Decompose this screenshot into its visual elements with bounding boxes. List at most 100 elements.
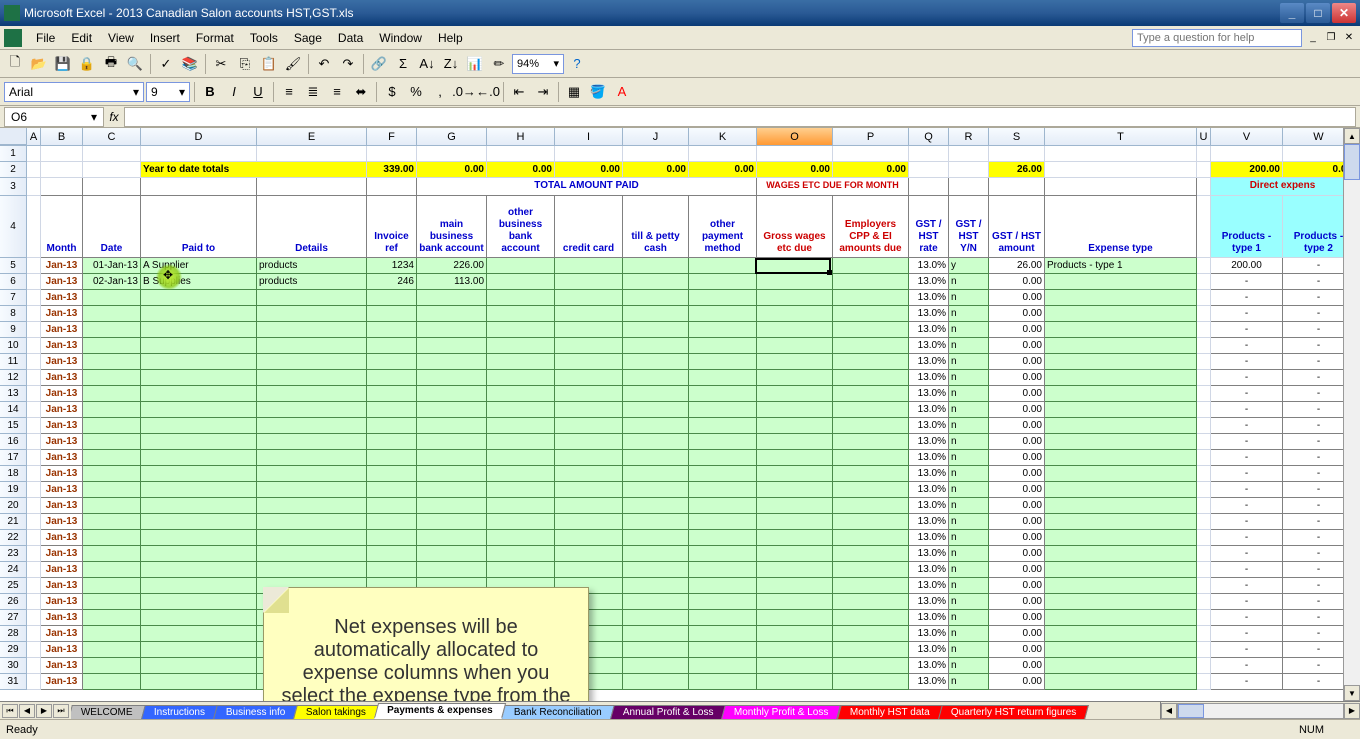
italic-icon[interactable]: I xyxy=(223,81,245,103)
cell[interactable]: n xyxy=(949,402,989,418)
cell[interactable] xyxy=(757,610,833,626)
cell[interactable] xyxy=(833,370,909,386)
decrease-decimal-icon[interactable]: ←.0 xyxy=(477,81,499,103)
cell[interactable]: 246 xyxy=(367,274,417,290)
cell[interactable]: Jan-13 xyxy=(41,610,83,626)
percent-icon[interactable]: % xyxy=(405,81,427,103)
cell[interactable] xyxy=(487,450,555,466)
menu-view[interactable]: View xyxy=(100,29,142,47)
cell[interactable] xyxy=(1045,322,1197,338)
cell[interactable] xyxy=(27,450,41,466)
cell[interactable] xyxy=(27,386,41,402)
print-icon[interactable]: 🖶 xyxy=(100,53,122,75)
cell[interactable] xyxy=(833,530,909,546)
autosum-icon[interactable]: Σ xyxy=(392,53,414,75)
col-header[interactable]: E xyxy=(257,128,367,145)
cell[interactable] xyxy=(1197,610,1211,626)
hscroll-thumb[interactable] xyxy=(1178,704,1204,718)
cell[interactable] xyxy=(689,258,757,274)
cell[interactable] xyxy=(141,610,257,626)
cell[interactable]: Month xyxy=(41,196,83,258)
bold-icon[interactable]: B xyxy=(199,81,221,103)
cell[interactable]: other payment method xyxy=(689,196,757,258)
cell[interactable] xyxy=(689,434,757,450)
cell[interactable]: Details xyxy=(257,196,367,258)
cell[interactable] xyxy=(949,146,989,162)
cell[interactable] xyxy=(555,450,623,466)
cell[interactable]: - xyxy=(1211,434,1283,450)
fx-icon[interactable]: fx xyxy=(104,110,124,124)
row-header[interactable]: 19 xyxy=(0,482,27,498)
row-header[interactable]: 17 xyxy=(0,450,27,466)
cell[interactable] xyxy=(757,514,833,530)
cell[interactable] xyxy=(83,498,141,514)
cell[interactable] xyxy=(623,354,689,370)
cell[interactable] xyxy=(623,546,689,562)
cell[interactable]: Jan-13 xyxy=(41,594,83,610)
row-header[interactable]: 5 xyxy=(0,258,27,274)
doc-close-button[interactable]: ✕ xyxy=(1342,31,1356,45)
cell[interactable] xyxy=(487,482,555,498)
cell[interactable]: Expense type xyxy=(1045,196,1197,258)
sheet-tab[interactable]: Instructions xyxy=(141,705,218,719)
cell[interactable] xyxy=(83,546,141,562)
cell[interactable]: Jan-13 xyxy=(41,386,83,402)
cell[interactable] xyxy=(689,498,757,514)
cell[interactable] xyxy=(833,274,909,290)
cell[interactable] xyxy=(1197,162,1211,178)
cell[interactable] xyxy=(555,546,623,562)
cell[interactable] xyxy=(141,546,257,562)
cell[interactable] xyxy=(689,418,757,434)
cell[interactable] xyxy=(1045,514,1197,530)
cell[interactable] xyxy=(909,162,949,178)
cell[interactable] xyxy=(623,642,689,658)
currency-icon[interactable]: $ xyxy=(381,81,403,103)
cell[interactable] xyxy=(417,418,487,434)
cell[interactable] xyxy=(623,594,689,610)
cell[interactable] xyxy=(1197,642,1211,658)
cell[interactable]: n xyxy=(949,290,989,306)
cell[interactable]: n xyxy=(949,530,989,546)
cell[interactable] xyxy=(417,530,487,546)
cell[interactable] xyxy=(257,514,367,530)
cell[interactable] xyxy=(83,434,141,450)
cell[interactable] xyxy=(83,146,141,162)
maximize-button[interactable]: □ xyxy=(1306,3,1330,23)
cell[interactable] xyxy=(1045,450,1197,466)
cell[interactable]: n xyxy=(949,274,989,290)
cell[interactable]: Jan-13 xyxy=(41,258,83,274)
cell[interactable] xyxy=(27,418,41,434)
cell[interactable]: Jan-13 xyxy=(41,546,83,562)
cell[interactable]: n xyxy=(949,658,989,674)
cell[interactable] xyxy=(27,402,41,418)
menu-data[interactable]: Data xyxy=(330,29,371,47)
cell[interactable] xyxy=(1045,290,1197,306)
cell[interactable]: A Supplier xyxy=(141,258,257,274)
cell[interactable] xyxy=(757,386,833,402)
cell[interactable] xyxy=(83,482,141,498)
align-right-icon[interactable]: ≡ xyxy=(326,81,348,103)
cell[interactable]: 13.0% xyxy=(909,642,949,658)
col-header[interactable]: P xyxy=(833,128,909,145)
cell[interactable]: GST / HST amount xyxy=(989,196,1045,258)
col-header[interactable]: Q xyxy=(909,128,949,145)
cell[interactable]: 13.0% xyxy=(909,578,949,594)
cell[interactable]: n xyxy=(949,370,989,386)
cell[interactable] xyxy=(367,434,417,450)
permission-icon[interactable]: 🔒 xyxy=(76,53,98,75)
cell[interactable]: Jan-13 xyxy=(41,434,83,450)
cell[interactable]: Jan-13 xyxy=(41,290,83,306)
cell[interactable]: - xyxy=(1211,514,1283,530)
cell[interactable] xyxy=(257,178,367,196)
cell[interactable] xyxy=(1045,402,1197,418)
cell[interactable] xyxy=(1197,196,1211,258)
cell[interactable]: 1234 xyxy=(367,258,417,274)
cell[interactable] xyxy=(555,562,623,578)
cell[interactable] xyxy=(27,674,41,690)
cell[interactable]: Jan-13 xyxy=(41,578,83,594)
cell[interactable] xyxy=(833,674,909,690)
cell[interactable] xyxy=(689,674,757,690)
cell[interactable] xyxy=(689,146,757,162)
fill-color-icon[interactable]: 🪣 xyxy=(587,81,609,103)
cell[interactable] xyxy=(689,578,757,594)
